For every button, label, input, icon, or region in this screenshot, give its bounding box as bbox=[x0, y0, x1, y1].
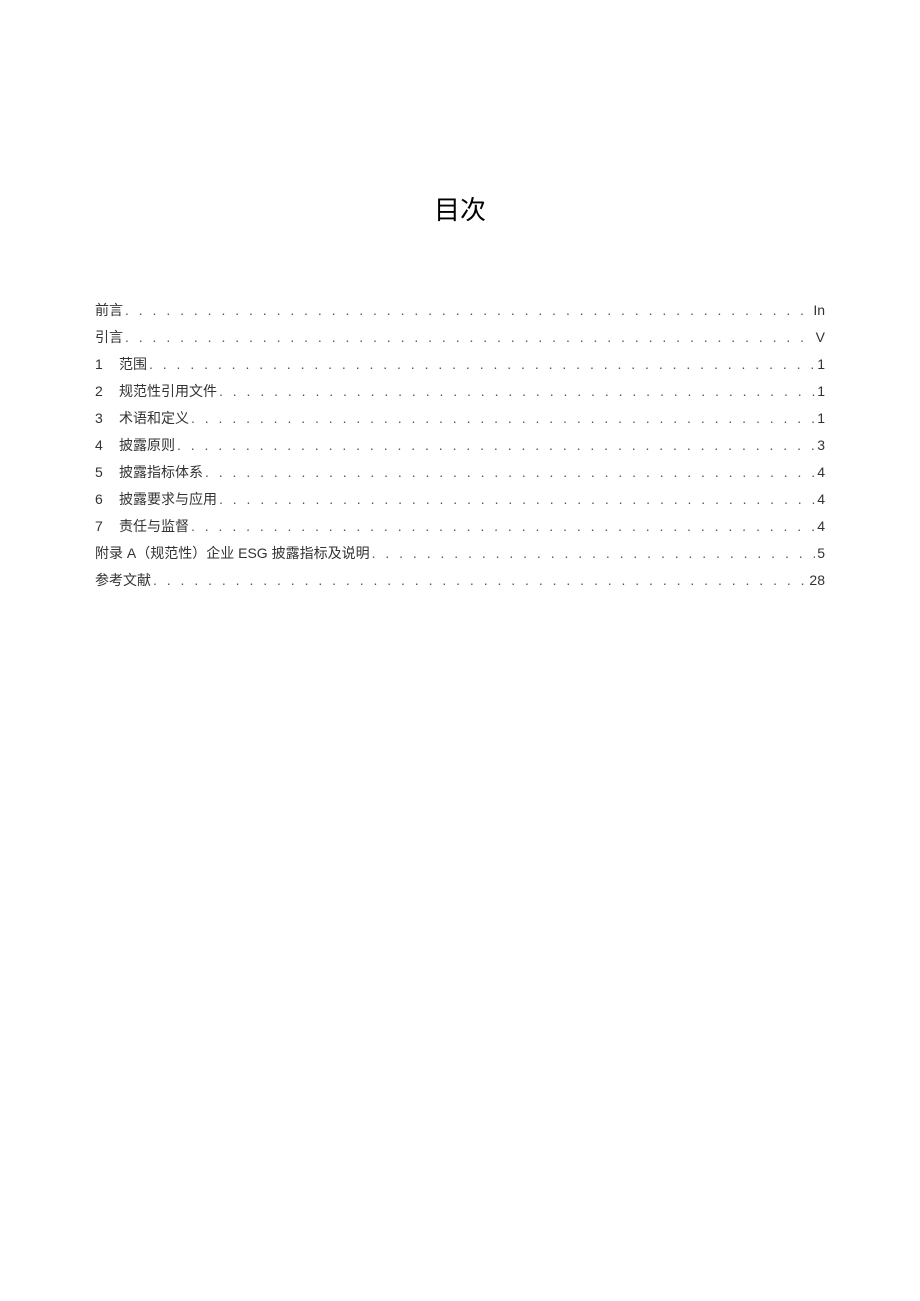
toc-entry-number: 5 bbox=[95, 459, 119, 486]
toc-leader-dots bbox=[147, 351, 815, 378]
toc-entry-label: 披露要求与应用 bbox=[119, 486, 217, 513]
toc-entry-number: 7 bbox=[95, 513, 119, 540]
toc-entry-number: 3 bbox=[95, 405, 119, 432]
toc-item: 附录 A（规范性）企业 ESG 披露指标及说明 5 bbox=[95, 540, 825, 567]
toc-entry-number: 6 bbox=[95, 486, 119, 513]
toc-entry-number: 1 bbox=[95, 351, 119, 378]
toc-entry-label: 责任与监督 bbox=[119, 513, 189, 540]
toc-entry-page: 1 bbox=[815, 378, 825, 405]
toc-leader-dots bbox=[189, 405, 815, 432]
toc-entry-label: 参考文献 bbox=[95, 567, 151, 594]
toc-entry-page: 5 bbox=[815, 540, 825, 567]
toc-leader-dots bbox=[203, 459, 815, 486]
toc-item: 3 术语和定义 1 bbox=[95, 405, 825, 432]
toc-entry-number: 4 bbox=[95, 432, 119, 459]
toc-title: 目次 bbox=[95, 190, 825, 227]
toc-entry-page: V bbox=[814, 324, 825, 351]
toc-item: 1 范围 1 bbox=[95, 351, 825, 378]
toc-entry-page: In bbox=[811, 297, 825, 324]
toc-entry-label: 披露原则 bbox=[119, 432, 175, 459]
toc-entry-page: 4 bbox=[815, 486, 825, 513]
toc-leader-dots bbox=[217, 378, 815, 405]
document-page: 目次 前言 In 引言 V 1 范围 1 2 规范性引用文件 1 3 术语和定义 bbox=[0, 0, 920, 594]
toc-entry-page: 1 bbox=[815, 351, 825, 378]
toc-entry-label: 术语和定义 bbox=[119, 405, 189, 432]
toc-item: 6 披露要求与应用 4 bbox=[95, 486, 825, 513]
toc-entry-number: 2 bbox=[95, 378, 119, 405]
toc-item: 4 披露原则 3 bbox=[95, 432, 825, 459]
toc-leader-dots bbox=[175, 432, 815, 459]
toc-entry-page: 4 bbox=[815, 459, 825, 486]
toc-item: 5 披露指标体系 4 bbox=[95, 459, 825, 486]
toc-leader-dots bbox=[151, 567, 807, 594]
toc-entry-label: 规范性引用文件 bbox=[119, 378, 217, 405]
toc-item: 2 规范性引用文件 1 bbox=[95, 378, 825, 405]
toc-entry-page: 4 bbox=[815, 513, 825, 540]
toc-entry-label: 前言 bbox=[95, 297, 123, 324]
toc-entry-page: 3 bbox=[815, 432, 825, 459]
toc-item: 引言 V bbox=[95, 324, 825, 351]
toc-leader-dots bbox=[189, 513, 815, 540]
toc-leader-dots bbox=[123, 324, 814, 351]
toc-list: 前言 In 引言 V 1 范围 1 2 规范性引用文件 1 3 术语和定义 1 bbox=[95, 297, 825, 594]
toc-item: 7 责任与监督 4 bbox=[95, 513, 825, 540]
toc-entry-page: 1 bbox=[815, 405, 825, 432]
toc-leader-dots bbox=[370, 540, 816, 567]
toc-entry-label: 附录 A（规范性）企业 ESG 披露指标及说明 bbox=[95, 540, 370, 567]
toc-item: 参考文献 28 bbox=[95, 567, 825, 594]
toc-leader-dots bbox=[217, 486, 815, 513]
toc-entry-label: 范围 bbox=[119, 351, 147, 378]
toc-entry-label: 引言 bbox=[95, 324, 123, 351]
toc-item: 前言 In bbox=[95, 297, 825, 324]
toc-entry-label: 披露指标体系 bbox=[119, 459, 203, 486]
toc-leader-dots bbox=[123, 297, 811, 324]
toc-entry-page: 28 bbox=[807, 567, 825, 594]
